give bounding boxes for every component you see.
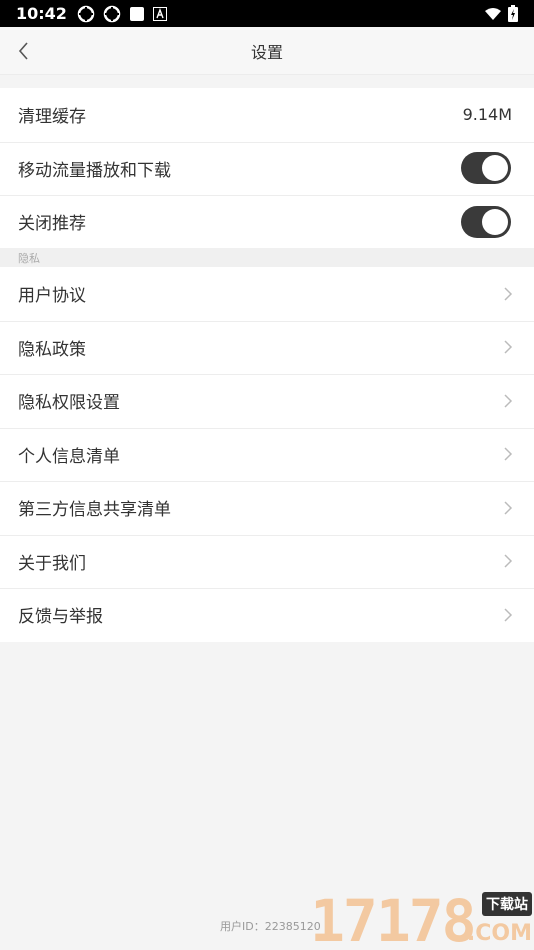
list-item-about-us[interactable]: 关于我们 [0, 534, 534, 589]
watermark-tag: 下载站 [482, 892, 532, 916]
list-item-personal-info[interactable]: 个人信息清单 [0, 427, 534, 482]
list-item-label: 反馈与举报 [18, 607, 103, 628]
list-item-third-party-sharing[interactable]: 第三方信息共享清单 [0, 481, 534, 535]
chevron-right-icon [498, 551, 518, 571]
mobile-data-label: 移动流量播放和下载 [18, 160, 171, 181]
watermark-domain: .COM [466, 921, 532, 946]
list-item-privacy-policy[interactable]: 隐私政策 [0, 320, 534, 375]
chevron-right-icon [498, 605, 518, 625]
toggle-knob [482, 155, 508, 182]
back-button[interactable] [8, 35, 40, 67]
status-icons-left [77, 5, 167, 23]
disable-recommend-row: 关闭推荐 [0, 195, 534, 249]
privacy-header-label: 隐私 [18, 251, 40, 265]
privacy-section-header: 隐私 [0, 248, 534, 267]
chevron-left-icon [18, 42, 28, 60]
settings-group-general: 清理缓存 9.14M 移动流量播放和下载 关闭推荐 [0, 88, 534, 249]
cache-size-value: 9.14M [462, 105, 512, 125]
app-notification-icon [77, 5, 95, 22]
list-item-label: 第三方信息共享清单 [18, 500, 171, 521]
list-item-label: 个人信息清单 [18, 446, 120, 467]
page-title: 设置 [250, 42, 283, 62]
status-icons-right [484, 5, 518, 22]
wifi-icon [485, 7, 501, 20]
chevron-right-icon [498, 284, 518, 304]
list-item-privacy-permissions[interactable]: 隐私权限设置 [0, 374, 534, 428]
nav-bar: 设置 [0, 27, 534, 75]
list-item-label: 隐私政策 [18, 339, 86, 360]
status-time: 10:42 [16, 4, 67, 23]
settings-group-privacy: 用户协议 隐私政策 隐私权限设置 个人信息清单 第三方信息共享清单 关于我们 反… [0, 267, 534, 642]
list-item-label: 隐私权限设置 [18, 393, 120, 414]
disable-recommend-label: 关闭推荐 [18, 214, 86, 235]
mobile-data-toggle[interactable] [461, 152, 511, 185]
clear-cache-label: 清理缓存 [18, 107, 86, 128]
toggle-knob [482, 208, 508, 235]
square-app-icon [129, 6, 144, 21]
site-watermark: 17178 下载站 .COM [310, 884, 534, 950]
list-item-label: 用户协议 [18, 286, 86, 307]
disable-recommend-toggle[interactable] [461, 205, 511, 238]
status-bar: 10:42 [0, 0, 534, 27]
chevron-right-icon [498, 391, 518, 411]
app-notification-icon [103, 5, 121, 22]
chevron-right-icon [498, 444, 518, 464]
chevron-right-icon [498, 337, 518, 357]
list-item-label: 关于我们 [18, 553, 86, 574]
mobile-data-row: 移动流量播放和下载 [0, 141, 534, 196]
user-id-label: 用户ID：22385120 [220, 920, 321, 933]
battery-icon [508, 5, 518, 22]
list-item-feedback-report[interactable]: 反馈与举报 [0, 588, 534, 642]
watermark-digits: 17178 [310, 887, 477, 950]
list-item-user-agreement[interactable]: 用户协议 [0, 267, 534, 321]
a-app-icon [152, 6, 167, 21]
chevron-right-icon [498, 498, 518, 518]
clear-cache-row[interactable]: 清理缓存 9.14M [0, 88, 534, 142]
